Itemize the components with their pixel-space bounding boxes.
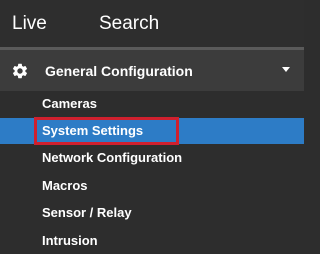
menu-item-label: Macros: [42, 178, 88, 193]
menu-item-macros[interactable]: Macros: [0, 173, 304, 199]
menu-item-cameras[interactable]: Cameras: [0, 91, 304, 117]
general-configuration-header[interactable]: General Configuration: [0, 50, 304, 141]
menu-item-network-configuration[interactable]: Network Configuration: [0, 145, 304, 171]
gear-icon: [12, 63, 28, 79]
menu-item-label: Network Configuration: [42, 150, 183, 165]
menu-item-label: Sensor / Relay: [42, 205, 132, 220]
menu-item-label: Intrusion: [42, 233, 98, 248]
menu-item-label: Cameras: [42, 96, 97, 111]
menu-item-label: System Settings: [42, 123, 144, 138]
configuration-submenu: Cameras System Settings Network Configur…: [0, 91, 304, 254]
search-tab[interactable]: Search: [99, 13, 159, 35]
general-configuration-label: General Configuration: [45, 63, 193, 79]
menu-item-sensor-relay[interactable]: Sensor / Relay: [0, 200, 304, 226]
live-tab[interactable]: Live: [12, 13, 47, 35]
chevron-down-icon[interactable]: [282, 67, 290, 73]
menu-item-system-settings[interactable]: System Settings: [0, 118, 304, 144]
menu-item-intrusion[interactable]: Intrusion: [0, 228, 304, 254]
top-navigation-bar: Live Search: [0, 0, 304, 50]
